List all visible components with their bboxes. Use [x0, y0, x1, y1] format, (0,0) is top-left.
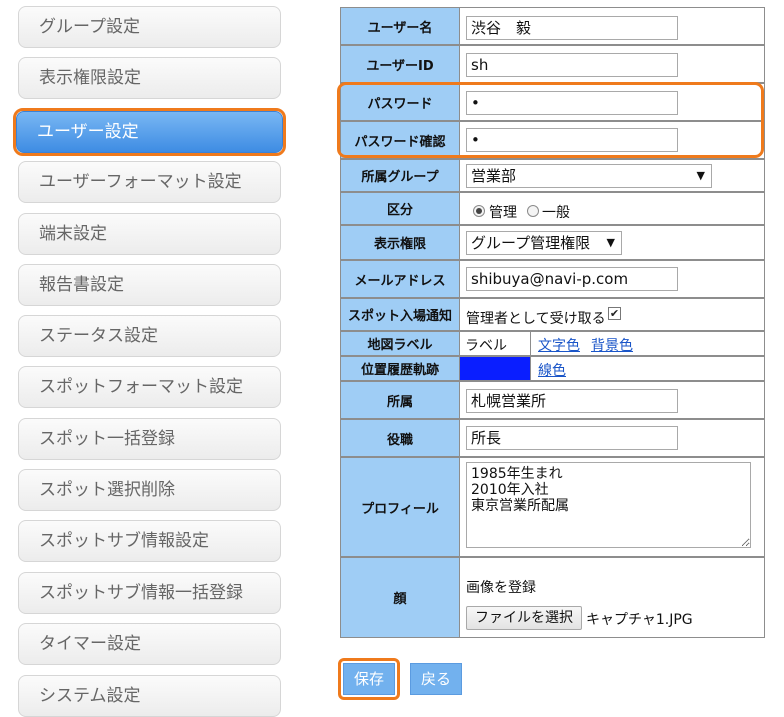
- back-button[interactable]: 戻る: [410, 663, 462, 695]
- email-input[interactable]: shibuya@navi-p.com: [466, 267, 678, 291]
- track-label: 位置履歴軌跡: [340, 356, 460, 381]
- map-label-label: 地図ラベル: [340, 331, 460, 356]
- sidebar-item-system[interactable]: システム設定: [18, 675, 281, 717]
- row-position: 役職 所長: [340, 419, 765, 457]
- row-password: パスワード •: [340, 83, 765, 121]
- sidebar-item-terminal[interactable]: 端末設定: [18, 213, 281, 255]
- category-radio-admin[interactable]: [473, 205, 485, 217]
- group-label: 所属グループ: [340, 159, 460, 192]
- profile-textarea[interactable]: 1985年生まれ 2010年入社 東京営業所配属: [466, 462, 751, 548]
- category-general-text: 一般: [542, 205, 570, 221]
- spot-notify-checkbox[interactable]: ✔: [608, 307, 621, 320]
- sidebar-item-timer[interactable]: タイマー設定: [18, 623, 281, 665]
- password-confirm-label: パスワード確認: [340, 121, 460, 159]
- line-color-link[interactable]: 線色: [538, 360, 566, 380]
- position-input[interactable]: 所長: [466, 426, 678, 450]
- track-color-swatch: [460, 357, 531, 380]
- row-display-permission: 表示権限 グループ管理権限 ▼: [340, 225, 765, 260]
- sidebar-item-spot-format[interactable]: スポットフォーマット設定: [18, 366, 281, 408]
- group-select-value: 営業部: [471, 167, 517, 185]
- password-confirm-input[interactable]: •: [466, 128, 678, 152]
- map-label-preview: ラベル: [465, 338, 507, 354]
- sidebar-item-spot-sub-info-bulk[interactable]: スポットサブ情報一括登録: [18, 572, 281, 614]
- sidebar-item-status[interactable]: ステータス設定: [18, 315, 281, 357]
- sidebar: グループ設定 表示権限設定 ユーザー設定 ユーザーフォーマット設定 端末設定 報…: [0, 0, 300, 717]
- sidebar-item-spot-sub-info[interactable]: スポットサブ情報設定: [18, 520, 281, 562]
- display-permission-label: 表示権限: [340, 225, 460, 260]
- sidebar-item-spot-select-delete[interactable]: スポット選択削除: [18, 469, 281, 511]
- sidebar-item-report[interactable]: 報告書設定: [18, 264, 281, 306]
- password-input[interactable]: •: [466, 91, 678, 115]
- chevron-down-icon: ▼: [606, 236, 615, 249]
- background-color-link[interactable]: 背景色: [591, 335, 633, 355]
- sidebar-item-spot-bulk-register[interactable]: スポット一括登録: [18, 418, 281, 460]
- category-admin-text: 管理: [489, 205, 517, 221]
- row-category: 区分 管理 一般: [340, 192, 765, 225]
- user-id-input[interactable]: sh: [466, 53, 678, 77]
- row-user-name: ユーザー名 渋谷 毅: [340, 7, 765, 45]
- row-password-confirm: パスワード確認 •: [340, 121, 765, 159]
- sidebar-item-user-settings[interactable]: ユーザー設定: [16, 111, 283, 153]
- position-label: 役職: [340, 419, 460, 457]
- display-permission-value: グループ管理権限: [471, 234, 591, 252]
- group-select[interactable]: 営業部 ▼: [466, 164, 712, 188]
- category-radio-general[interactable]: [527, 205, 539, 217]
- row-spot-notify: スポット入場通知 管理者として受け取る ✔: [340, 298, 765, 331]
- display-permission-select[interactable]: グループ管理権限 ▼: [466, 231, 622, 255]
- office-input[interactable]: 札幌営業所: [466, 389, 678, 413]
- spot-notify-label: スポット入場通知: [340, 298, 460, 331]
- row-user-id: ユーザーID sh: [340, 45, 765, 83]
- text-color-link[interactable]: 文字色: [538, 335, 580, 355]
- row-profile: プロフィール 1985年生まれ 2010年入社 東京営業所配属: [340, 457, 765, 557]
- email-label: メールアドレス: [340, 260, 460, 298]
- row-map-label: 地図ラベル ラベル 文字色 背景色: [340, 331, 765, 356]
- profile-label: プロフィール: [340, 457, 460, 557]
- chevron-down-icon: ▼: [696, 169, 705, 182]
- row-face: 顔 画像を登録 ファイルを選択 キャプチャ1.JPG: [340, 557, 765, 638]
- spot-notify-text: 管理者として受け取る: [466, 311, 606, 327]
- user-id-label: ユーザーID: [340, 45, 460, 83]
- face-label: 顔: [340, 557, 460, 638]
- face-register-text: 画像を登録: [466, 580, 536, 596]
- office-label: 所属: [340, 381, 460, 419]
- row-office: 所属 札幌営業所: [340, 381, 765, 419]
- row-group: 所属グループ 営業部 ▼: [340, 159, 765, 192]
- sidebar-item-display-permission[interactable]: 表示権限設定: [18, 57, 281, 99]
- selected-file-name: キャプチャ1.JPG: [586, 612, 693, 628]
- user-name-label: ユーザー名: [340, 7, 460, 45]
- category-label: 区分: [340, 192, 460, 225]
- sidebar-item-user-format[interactable]: ユーザーフォーマット設定: [18, 161, 281, 203]
- row-track: 位置履歴軌跡 線色: [340, 356, 765, 381]
- sidebar-item-group-settings[interactable]: グループ設定: [18, 6, 281, 48]
- user-name-input[interactable]: 渋谷 毅: [466, 16, 678, 40]
- save-button[interactable]: 保存: [343, 663, 395, 695]
- choose-file-button[interactable]: ファイルを選択: [466, 606, 582, 630]
- row-email: メールアドレス shibuya@navi-p.com: [340, 260, 765, 298]
- password-label: パスワード: [340, 83, 460, 121]
